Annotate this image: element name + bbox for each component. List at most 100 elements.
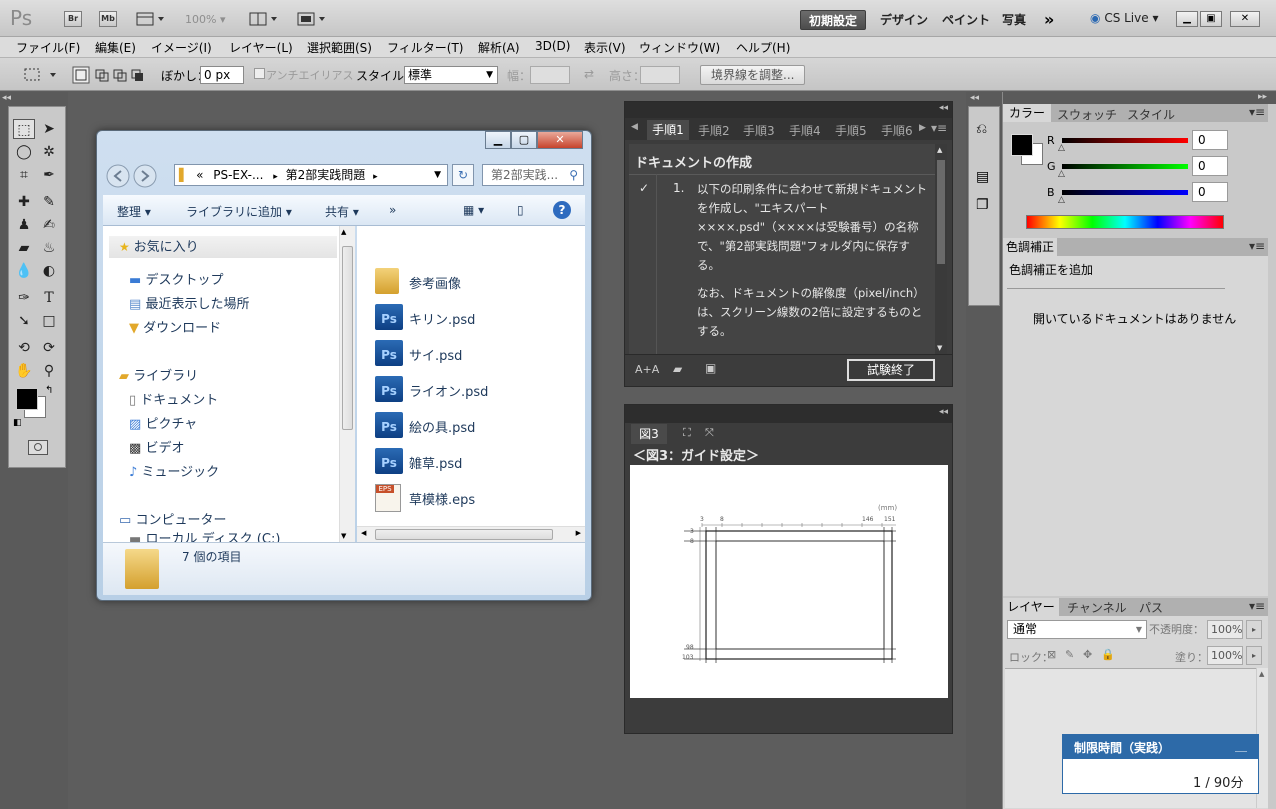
tab-scroll-left-icon[interactable]: ◀ [631,122,638,132]
crop-tool-icon[interactable]: ⌗ [13,165,35,185]
dodge-tool-icon[interactable]: ◐ [38,261,60,281]
forward-button[interactable] [132,163,158,189]
refresh-icon[interactable]: ↻ [452,164,474,186]
quick-mask-icon[interactable] [28,440,48,455]
arrange-documents-button[interactable] [249,11,281,27]
collapse-tools-icon[interactable]: ◂◂ [2,93,11,103]
lock-all-icon[interactable]: 🔒 [1101,648,1115,661]
menu-view[interactable]: 表示(V) [583,39,627,56]
zoom-tool-icon[interactable]: ⚲ [38,361,60,381]
tab-channels[interactable]: チャンネル [1067,599,1127,616]
steps-scrollbar[interactable]: ▲ ▼ [935,144,947,354]
tab-paths[interactable]: パス [1139,599,1163,616]
style-select[interactable]: 標準 ▼ [404,66,498,84]
healing-brush-tool-icon[interactable]: ✚ [13,192,35,212]
tab-styles[interactable]: スタイル [1127,106,1175,123]
lock-move-icon[interactable]: ✥ [1083,648,1092,661]
pen-tool-icon[interactable]: ✑ [13,288,35,308]
scroll-down-icon[interactable]: ▼ [341,532,346,540]
menu-analysis[interactable]: 解析(A) [477,39,521,56]
slider-thumb-icon[interactable]: △ [1058,143,1065,153]
history-brush-tool-icon[interactable]: ✍ [38,215,60,235]
menu-3d[interactable]: 3D(D) [534,39,571,53]
lock-transparency-icon[interactable]: ⊠ [1047,648,1056,661]
file-item[interactable]: 草模様.eps [409,489,475,508]
blend-mode-select[interactable]: 通常 ▼ [1007,620,1147,639]
bridge-button[interactable]: Br [64,11,82,27]
opacity-input[interactable]: 100% [1207,620,1243,639]
nav-scrollbar[interactable]: ▲ ▼ [339,226,355,542]
scroll-up-icon[interactable]: ▲ [937,146,942,154]
quick-selection-tool-icon[interactable]: ✲ [38,142,60,162]
scroll-right-icon[interactable]: ▶ [576,529,581,537]
swap-icon[interactable]: ⇄ [584,67,594,81]
tab-step-5[interactable]: 手順5 [835,122,867,139]
red-slider[interactable] [1062,138,1188,143]
default-colors-icon[interactable]: ◧ [13,418,22,428]
explorer-minimize-button[interactable]: ▁ [485,131,511,149]
green-value-input[interactable]: 0 [1192,156,1228,176]
scroll-left-icon[interactable]: ◀ [361,529,366,537]
tab-swatches[interactable]: スウォッチ [1057,106,1117,123]
panel-menu-icon[interactable]: ▾≡ [931,121,947,135]
file-item[interactable]: サイ.psd [409,345,462,364]
collapse-icon[interactable]: ◂◂ [939,407,948,417]
cs-live-button[interactable]: ◉ CS Live ▾ [1090,11,1158,25]
blue-slider[interactable] [1062,190,1188,195]
breadcrumb-part-1[interactable]: PS-EX-... [213,168,263,182]
nav-item-documents[interactable]: ▯ ドキュメント [129,389,218,408]
refine-edge-button[interactable]: 境界線を調整... [700,65,806,85]
opacity-arrow-icon[interactable]: ▸ [1246,620,1262,639]
brush-tool-icon[interactable]: ✎ [38,192,60,212]
marquee-tool-icon[interactable]: ⬚ [13,119,35,139]
tab-figure-3[interactable]: 図3 [631,424,667,444]
tab-step-4[interactable]: 手順4 [789,122,821,139]
nav-item-music[interactable]: ♪ ミュージック [129,461,219,480]
menu-layer[interactable]: レイヤー(L) [228,39,294,56]
file-item[interactable]: 参考画像 [409,273,461,292]
workspace-design[interactable]: デザイン [872,10,936,30]
eraser-tool-icon[interactable]: ▰ [13,238,35,258]
lock-paint-icon[interactable]: ✎ [1065,648,1074,661]
blue-value-input[interactable]: 0 [1192,182,1228,202]
nav-scroll-thumb[interactable] [342,246,353,430]
file-item[interactable]: ライオン.psd [409,381,488,400]
lasso-tool-icon[interactable]: ◯ [13,142,35,162]
maximize-button[interactable]: ▣ [1200,11,1222,27]
feather-input[interactable]: 0 px [200,66,244,84]
height-input[interactable] [640,66,680,84]
file-item[interactable]: 雑草.psd [409,453,462,472]
green-slider[interactable] [1062,164,1188,169]
rectangle-tool-icon[interactable]: □ [38,311,60,331]
share-button[interactable]: 共有 ▾ [325,203,359,220]
history-icon[interactable]: ⎌ [976,121,987,137]
move-tool-icon[interactable]: ➤ [38,119,60,139]
menu-filter[interactable]: フィルター(T) [386,39,464,56]
workspace-photo[interactable]: 写真 [994,10,1034,30]
antialias-checkbox[interactable] [254,68,265,79]
computer-group[interactable]: ▭ コンピューター [119,509,226,528]
view-extras-button[interactable] [136,11,166,27]
selection-mode-buttons[interactable] [72,66,148,84]
breadcrumb-part-2[interactable]: 第2部実践問題 [286,168,366,182]
scroll-up-icon[interactable]: ▲ [1259,670,1264,678]
fill-input[interactable]: 100% [1207,646,1243,665]
mini-bridge-button[interactable]: Mb [99,11,117,27]
tab-step-3[interactable]: 手順3 [743,122,775,139]
collapse-dock-icon[interactable]: ◂◂ [970,93,979,103]
favorites-group[interactable]: ★ お気に入り [109,236,337,258]
file-scroll-thumb[interactable] [375,529,553,540]
menu-edit[interactable]: 編集(E) [94,39,137,56]
libraries-group[interactable]: ▰ ライブラリ [119,365,198,384]
organize-button[interactable]: 整理 ▾ [117,203,151,220]
address-dropdown-icon[interactable]: ▼ [434,165,441,185]
view-options-icon[interactable]: ▦ ▾ [463,203,484,217]
explorer-close-button[interactable]: ✕ [537,131,583,149]
path-selection-tool-icon[interactable]: ➘ [13,311,35,331]
3d-rotate-tool-icon[interactable]: ⟲ [13,338,35,358]
menu-select[interactable]: 選択範囲(S) [306,39,373,56]
tab-adjustments[interactable]: 色調補正 [1003,238,1057,256]
file-item[interactable]: キリン.psd [409,309,475,328]
text-size-icon[interactable]: A+A [635,363,659,376]
tab-step-1[interactable]: 手順1 [647,120,689,140]
